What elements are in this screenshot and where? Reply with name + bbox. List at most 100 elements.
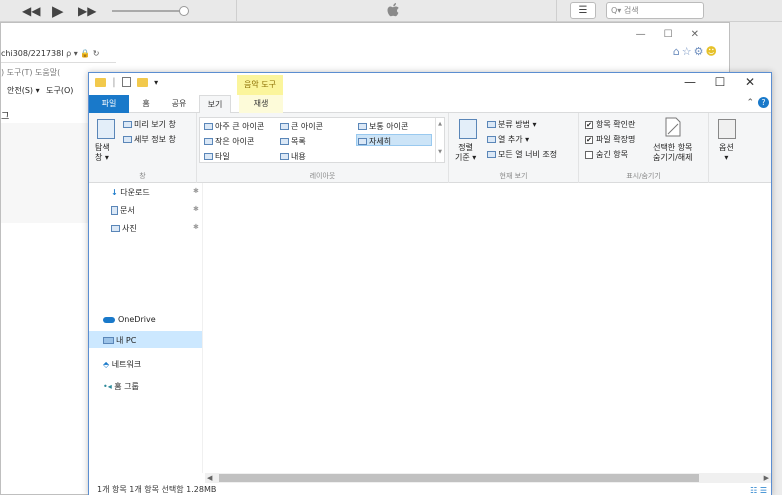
collapse-ribbon-icon[interactable]: ⌃ [746, 98, 754, 108]
details-pane-button[interactable]: 세부 정보 창 [123, 134, 176, 145]
file-extensions-toggle[interactable]: ✔ 파일 확장명 [585, 134, 635, 145]
ribbon-controls: ⌃? [746, 97, 769, 108]
layout-item-label: 보통 아이콘 [369, 122, 409, 131]
address-bar-icons[interactable]: ρ ▾ 🔒 ↻ [66, 49, 99, 58]
layout-details[interactable]: 자세히 [358, 136, 391, 147]
title-bar[interactable]: | ▾ 음악 도구 — ☐ ✕ [89, 73, 771, 95]
nav-item-downloads[interactable]: ↓ 다운로드 [111, 187, 150, 198]
pin-icon[interactable]: ✱ [193, 187, 199, 195]
close-button[interactable]: ✕ [735, 75, 765, 89]
group-by-button[interactable]: 분류 방법 ▾ [487, 119, 537, 130]
tools-menu[interactable]: 도구(O) [46, 86, 73, 95]
cloud-icon [103, 316, 115, 323]
layout-medium-icons[interactable]: 보통 아이콘 [358, 121, 408, 132]
properties-icon[interactable] [121, 77, 131, 87]
layout-tiles[interactable]: 타일 [204, 151, 230, 162]
navigation-pane: ↓ 다운로드 ✱ 문서 ✱ 사진 ✱ OneDrive 내 PC ⬘ 네트워크 … [89, 183, 203, 473]
layout-small-icons[interactable]: 작은 아이콘 [204, 136, 254, 147]
itunes-toolbar: ◀◀ ▶ ▶▶ ☰ Q▾ 검색 [0, 0, 782, 22]
extra-large-icons-icon [204, 123, 213, 130]
file-list-area[interactable] [205, 183, 771, 473]
divider [556, 0, 557, 22]
panes-group: 탐색 창 ▾ 미리 보기 창 세부 정보 창 창 [89, 113, 197, 183]
scrollbar-thumb[interactable] [219, 474, 699, 482]
scroll-right-icon[interactable]: ▶ [764, 473, 769, 483]
tab-home[interactable]: 홈 [135, 95, 157, 113]
ribbon: 탐색 창 ▾ 미리 보기 창 세부 정보 창 창 아주 큰 아이콘 큰 아이콘 … [89, 113, 771, 183]
minimize-button[interactable]: — [636, 29, 664, 40]
scroll-left-icon[interactable]: ◀ [207, 473, 212, 483]
checkbox[interactable]: ✔ [585, 120, 593, 129]
hide-selected-button[interactable]: 선택한 항목 숨기기/해제 [653, 143, 693, 163]
navigation-pane-icon[interactable] [97, 119, 115, 139]
volume-slider-knob[interactable] [179, 6, 189, 16]
size-all-columns-button[interactable]: 모든 열 너비 조정 [487, 149, 557, 160]
play-button[interactable]: ▶ [52, 2, 64, 20]
volume-slider[interactable] [112, 6, 189, 16]
navigation-pane-button[interactable]: 탐색 창 ▾ [95, 143, 110, 163]
details-icon [358, 138, 367, 145]
layout-list[interactable]: 목록 [280, 136, 306, 147]
show-hide-group: ✔ 항목 확인란 ✔ 파일 확장명 숨긴 항목 선택한 항목 숨기기/해제 표시/숨… [579, 113, 709, 183]
tab-view[interactable]: 보기 [199, 95, 231, 114]
new-folder-icon[interactable] [136, 77, 148, 87]
scroll-up-icon[interactable]: ▲ [436, 121, 444, 127]
large-icons-icon [280, 123, 289, 130]
checkbox[interactable] [585, 150, 593, 159]
layout-gallery-scrollbar[interactable]: ▲ ▼ [435, 118, 444, 162]
up-next-list-button[interactable]: ☰ [570, 2, 596, 19]
options-button[interactable]: 옵션 ▾ [719, 143, 734, 163]
nav-item-label: 네트워크 [111, 360, 142, 369]
preview-pane-button[interactable]: 미리 보기 창 [123, 119, 176, 130]
sort-by-icon[interactable] [459, 119, 477, 139]
nav-item-network[interactable]: ⬘ 네트워크 [103, 359, 141, 370]
feedback-smiley-icon[interactable]: ☻ [706, 45, 719, 58]
safety-menu[interactable]: 안전(S) ▾ [7, 86, 40, 95]
view-toggle-icons[interactable]: ☷ ☰ [750, 485, 767, 495]
item-checkboxes-toggle[interactable]: ✔ 항목 확인란 [585, 119, 635, 130]
hide-selected-icon[interactable] [665, 117, 681, 137]
nav-item-documents[interactable]: 문서 [111, 205, 135, 216]
ie-command-bar: 안전(S) ▾ 도구(O) [7, 85, 73, 96]
maximize-button[interactable]: ☐ [664, 29, 691, 40]
homegroup-icon: •◂ [103, 382, 112, 391]
sort-by-button[interactable]: 정렬 기준 ▾ [455, 143, 476, 163]
checkbox[interactable]: ✔ [585, 135, 593, 144]
address-url: chi308/221738I [1, 49, 64, 58]
previous-track-button[interactable]: ◀◀ [22, 4, 40, 18]
close-button[interactable]: ✕ [691, 29, 717, 40]
home-star-gear-icons[interactable]: ⌂☆⚙ [673, 45, 706, 58]
details-pane-icon [123, 136, 132, 143]
nav-item-label: 다운로드 [120, 188, 150, 197]
itunes-search-input[interactable]: Q▾ 검색 [606, 2, 704, 19]
tab-share[interactable]: 공유 [165, 95, 193, 113]
ie-menu-bar[interactable]: ) 도구(T) 도움말( [1, 67, 60, 78]
folder-icon[interactable] [95, 77, 106, 87]
current-view-group-label: 현재 보기 [499, 172, 528, 180]
ie-page-text: 그 [1, 112, 10, 122]
horizontal-scrollbar[interactable]: ◀ ▶ [205, 473, 771, 483]
pin-icon[interactable]: ✱ [193, 223, 199, 231]
options-icon[interactable] [718, 119, 736, 139]
nav-item-onedrive[interactable]: OneDrive [103, 315, 156, 324]
layout-extra-large-icons[interactable]: 아주 큰 아이콘 [204, 121, 264, 132]
hidden-items-toggle[interactable]: 숨긴 항목 [585, 149, 628, 160]
help-icon[interactable]: ? [758, 97, 769, 108]
nav-item-pictures[interactable]: 사진 [111, 223, 137, 234]
maximize-button[interactable]: ☐ [705, 75, 735, 89]
layout-content[interactable]: 내용 [280, 151, 306, 162]
tab-play[interactable]: 재생 [239, 95, 283, 113]
next-track-button[interactable]: ▶▶ [78, 4, 96, 18]
status-text: 1개 항목 1개 항목 선택함 1.28MB [97, 485, 217, 494]
nav-item-this-pc[interactable]: 내 PC [103, 335, 136, 346]
layout-large-icons[interactable]: 큰 아이콘 [280, 121, 323, 132]
scroll-down-icon[interactable]: ▼ [436, 149, 444, 155]
add-columns-button[interactable]: 열 추가 ▾ [487, 134, 529, 145]
minimize-button[interactable]: — [675, 75, 705, 89]
tab-file[interactable]: 파일 [89, 95, 129, 113]
pin-icon[interactable]: ✱ [193, 205, 199, 213]
nav-item-homegroup[interactable]: •◂ 홈 그룹 [103, 381, 139, 392]
nav-item-label: 홈 그룹 [114, 382, 139, 391]
qat-dropdown-icon[interactable]: ▾ [154, 78, 158, 87]
ie-address-bar[interactable]: chi308/221738I ρ ▾ 🔒 ↻ [1, 45, 116, 63]
